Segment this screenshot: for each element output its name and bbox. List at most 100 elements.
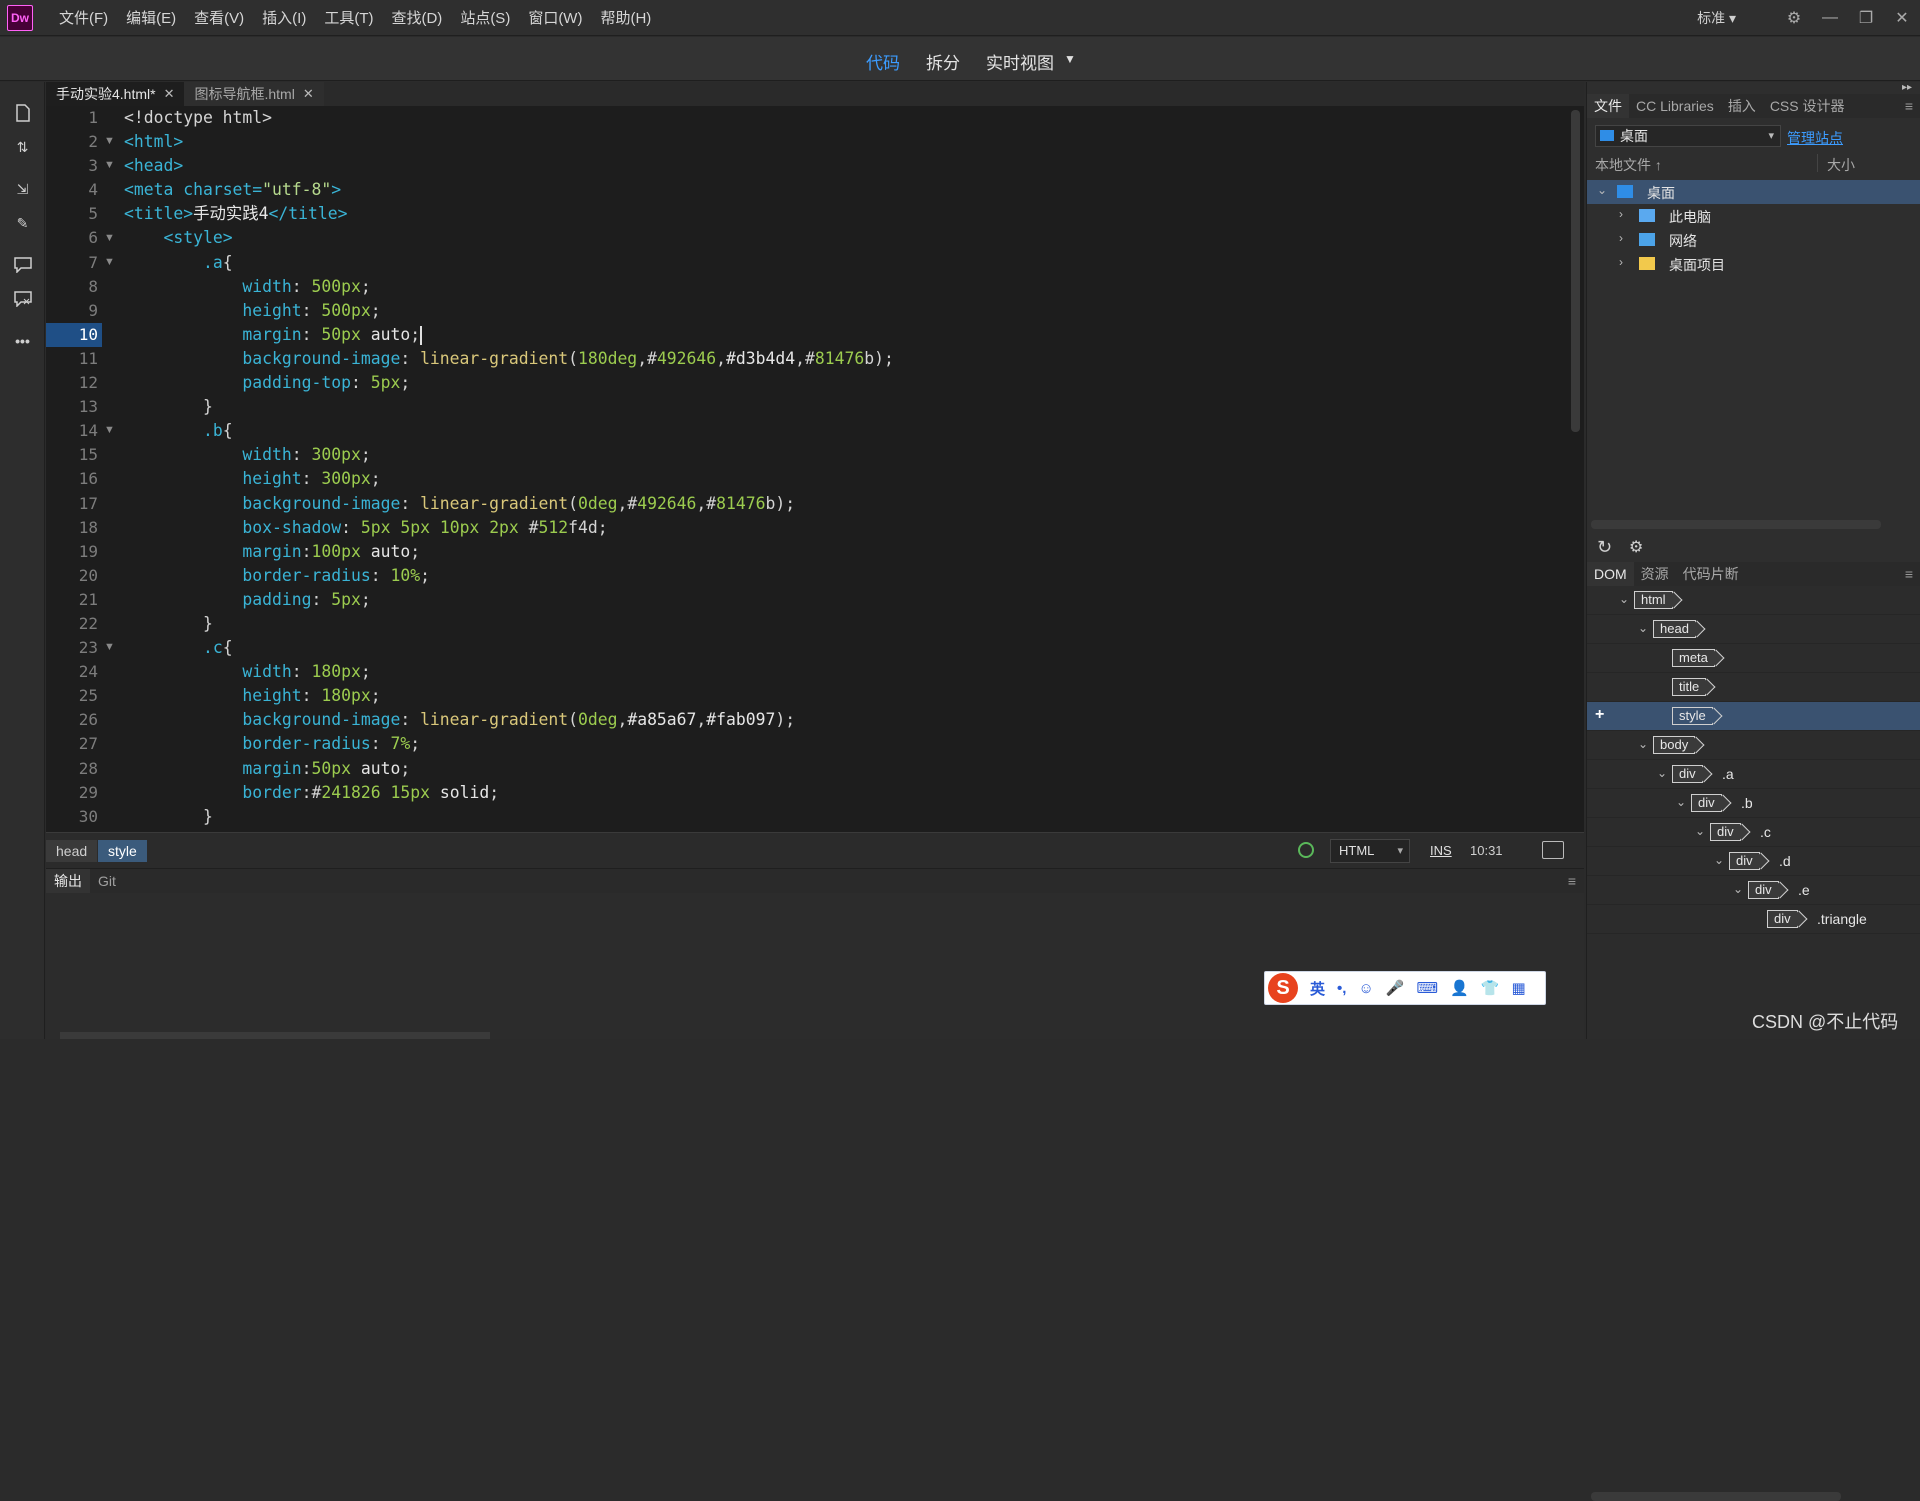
format-source-icon[interactable]: ✎ [0,206,45,240]
menu-edit[interactable]: 编辑(E) [126,7,176,28]
code-lines[interactable]: <!doctype html> <html> <head> <meta charset… [124,106,894,829]
line-number[interactable]: 27 [46,732,102,756]
document-type-select[interactable]: HTML ▾ [1330,839,1410,863]
line-number[interactable]: 12 [46,371,102,395]
code-line[interactable]: .c{ [124,636,894,660]
panel-menu-icon[interactable]: ≡ [1568,873,1576,889]
chevron-down-icon[interactable]: ⌄ [1657,766,1667,780]
remove-comment-icon[interactable] [0,282,45,316]
horizontal-scrollbar[interactable] [1591,1492,1841,1501]
ime-keyboard-icon[interactable]: ⌨ [1416,979,1438,997]
line-number[interactable]: 26 [46,708,102,732]
dom-node[interactable]: ⌄ div .a [1587,760,1920,789]
dom-node[interactable]: ⌄ head [1587,615,1920,644]
ime-language-toggle[interactable]: 英 [1310,978,1325,999]
code-line[interactable]: } [124,805,894,829]
gear-icon[interactable]: ⚙ [1776,8,1812,28]
chevron-down-icon[interactable]: ⌄ [1695,824,1705,838]
tab-assets[interactable]: 资源 [1634,562,1676,586]
line-number[interactable]: 24 [46,660,102,684]
line-number[interactable]: 15 [46,443,102,467]
menu-insert[interactable]: 插入(I) [262,7,306,28]
line-number[interactable]: 3 [46,154,102,178]
dom-tag[interactable]: div [1710,823,1741,841]
line-number[interactable]: 5 [46,202,102,226]
dom-tag[interactable]: title [1672,678,1707,696]
tab-cc-libraries[interactable]: CC Libraries [1629,94,1721,118]
line-number[interactable]: 2 [46,130,102,154]
dom-node[interactable]: div .triangle [1587,905,1920,934]
chevron-down-icon[interactable]: ⌄ [1676,795,1686,809]
dom-tag[interactable]: head [1653,620,1696,638]
line-number[interactable]: 20 [46,564,102,588]
menu-site[interactable]: 站点(S) [460,7,510,28]
view-live-button[interactable]: 实时视图 [986,49,1054,74]
line-number[interactable]: 7 [46,251,102,275]
menu-tools[interactable]: 工具(T) [324,7,373,28]
dom-tag[interactable]: div [1672,765,1703,783]
dom-node[interactable]: ⌄ html [1587,586,1920,615]
code-line[interactable]: width: 500px; [124,275,894,299]
fold-toggle-icon[interactable]: ▼ [104,424,115,436]
file-tree-item[interactable]: ⌄ 桌面 [1587,180,1920,204]
dom-node[interactable]: ⌄ div .b [1587,789,1920,818]
chevron-down-icon[interactable]: ⌄ [1638,737,1648,751]
expand-all-icon[interactable]: ⇲ [0,172,45,206]
breadcrumb-head[interactable]: head [46,840,98,862]
line-number[interactable]: 1 [46,106,102,130]
close-tab-icon[interactable]: ✕ [164,86,175,102]
line-number[interactable]: 16 [46,467,102,491]
chevron-down-icon[interactable]: ⌄ [1597,183,1607,197]
dom-node[interactable]: + style [1587,702,1920,731]
dom-tag[interactable]: style [1672,707,1713,725]
fold-toggle-icon[interactable]: ▼ [104,641,115,653]
line-number[interactable]: 18 [46,516,102,540]
dom-node[interactable]: title [1587,673,1920,702]
workspace-switcher[interactable]: 标准 ▾ [1697,8,1736,28]
code-editor[interactable]: 1 2 3 4 5 6 7 8 9 10 11 12 13 14 15 16 17 18 19 20 21 22 23 24 2… [46,106,1584,832]
document-tab[interactable]: 图标导航框.html ✕ [184,82,324,106]
chevron-down-icon[interactable]: ⌄ [1733,882,1743,896]
open-document-icon[interactable] [0,96,45,130]
dom-tag[interactable]: div [1691,794,1722,812]
dom-node[interactable]: ⌄ div .c [1587,818,1920,847]
code-line[interactable]: } [124,395,894,419]
collapse-panels-icon[interactable]: ▸▸ [1902,82,1912,93]
code-line[interactable]: background-image: linear-gradient(0deg,#… [124,708,894,732]
restore-button[interactable]: ❐ [1848,8,1884,28]
code-line[interactable]: border-radius: 10%; [124,564,894,588]
more-icon[interactable]: ••• [0,324,45,358]
code-line[interactable]: width: 300px; [124,443,894,467]
code-line[interactable]: } [124,612,894,636]
manage-site-link[interactable]: 管理站点 [1787,128,1843,148]
dom-node[interactable]: ⌄ div .e [1587,876,1920,905]
insert-mode[interactable]: INS [1430,843,1452,858]
fold-toggle-icon[interactable]: ▼ [104,232,115,244]
close-tab-icon[interactable]: ✕ [303,86,314,102]
breadcrumb-style[interactable]: style [98,840,147,862]
line-number[interactable]: 4 [46,178,102,202]
code-line[interactable]: margin:50px auto; [124,757,894,781]
apply-comment-icon[interactable] [0,248,45,282]
ime-voice-icon[interactable]: 🎤 [1386,979,1405,997]
dom-tag[interactable]: meta [1672,649,1715,667]
fold-toggle-icon[interactable]: ▼ [104,135,115,147]
view-dropdown-icon[interactable]: ▼ [1064,52,1076,74]
line-number[interactable]: 23 [46,636,102,660]
line-number[interactable]: 21 [46,588,102,612]
menu-find[interactable]: 查找(D) [391,7,442,28]
code-line[interactable]: background-image: linear-gradient(0deg,#… [124,492,894,516]
tab-files[interactable]: 文件 [1587,94,1629,118]
dom-node[interactable]: ⌄ body [1587,731,1920,760]
dom-node[interactable]: ⌄ div .d [1587,847,1920,876]
code-line[interactable]: <head> [124,154,894,178]
code-line[interactable]: padding-top: 5px; [124,371,894,395]
tab-output[interactable]: 输出 [46,869,90,893]
fold-toggle-icon[interactable]: ▼ [104,256,115,268]
column-local-files[interactable]: 本地文件 ↑ [1595,155,1662,175]
site-select[interactable]: 桌面 ▾ [1595,125,1781,147]
code-line[interactable]: width: 180px; [124,660,894,684]
chevron-down-icon[interactable]: ⌄ [1638,621,1648,635]
dom-tag[interactable]: body [1653,736,1696,754]
menu-window[interactable]: 窗口(W) [528,7,582,28]
